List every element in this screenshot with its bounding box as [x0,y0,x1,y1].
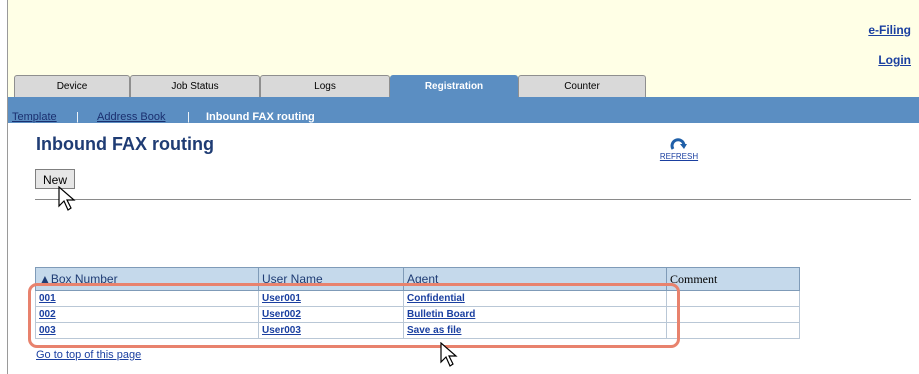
tab-job-status[interactable]: Job Status [130,75,260,97]
go-to-top-link[interactable]: Go to top of this page [36,349,141,361]
subnav-address-book-link[interactable]: Address Book [97,111,165,123]
subnav-separator: | [187,111,190,123]
tab-registration[interactable]: Registration [390,75,518,97]
mouse-pointer-icon [440,342,458,367]
mouse-pointer-icon [58,186,76,211]
subnav-template-link[interactable]: Template [12,111,57,123]
tab-counter[interactable]: Counter [518,75,646,97]
page-title: Inbound FAX routing [36,134,214,154]
subnav-separator: | [76,111,79,123]
refresh-label: REFRESH [659,152,699,161]
refresh-button[interactable]: REFRESH [656,138,702,161]
column-header-comment: Comment [666,267,800,291]
tab-logs[interactable]: Logs [260,75,390,97]
cell-comment [666,290,800,307]
efiling-link[interactable]: e-Filing [868,23,911,37]
highlight-box [28,283,680,348]
divider [35,199,911,200]
subnav-current-page: Inbound FAX routing [206,111,315,123]
refresh-icon [670,138,687,150]
login-link[interactable]: Login [878,53,911,67]
cell-comment [666,322,800,339]
tab-device[interactable]: Device [14,75,130,97]
cell-comment [666,306,800,323]
